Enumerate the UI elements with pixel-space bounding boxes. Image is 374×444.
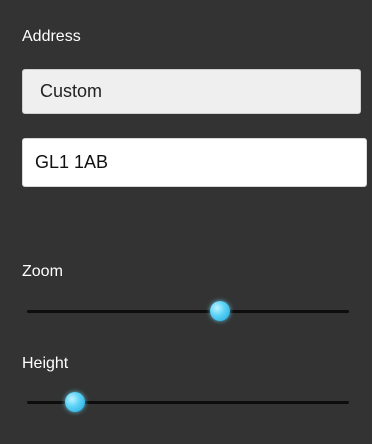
zoom-slider-thumb[interactable] bbox=[210, 301, 231, 321]
height-label: Height bbox=[22, 355, 69, 372]
zoom-slider-track[interactable] bbox=[27, 310, 349, 313]
postcode-input[interactable]: GL1 1AB bbox=[22, 138, 367, 187]
height-slider[interactable] bbox=[27, 390, 349, 414]
settings-panel: Address Custom GL1 1AB Zoom Height bbox=[0, 0, 372, 444]
height-slider-thumb[interactable] bbox=[65, 392, 86, 412]
address-label: Address bbox=[22, 28, 81, 45]
zoom-label: Zoom bbox=[22, 263, 63, 280]
address-mode-select[interactable]: Custom bbox=[22, 69, 361, 114]
postcode-value: GL1 1AB bbox=[35, 152, 109, 172]
address-mode-value: Custom bbox=[40, 81, 103, 101]
zoom-slider[interactable] bbox=[27, 299, 349, 323]
